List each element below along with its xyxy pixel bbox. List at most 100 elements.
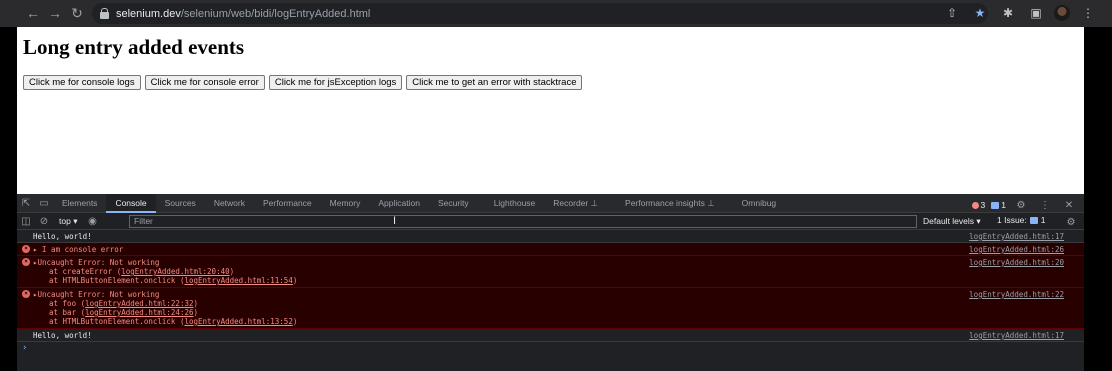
source-link[interactable]: logEntryAdded.html:17 — [969, 232, 1064, 241]
share-icon[interactable]: ⇧ — [942, 3, 962, 23]
filter-input[interactable]: Filter — [129, 215, 917, 228]
issue-icon — [991, 201, 1000, 209]
device-toolbar-icon[interactable]: ▭ — [35, 194, 53, 212]
tab-memory[interactable]: Memory — [321, 194, 370, 213]
stack-frame: at foo (logEntryAdded.html:22:32) — [33, 299, 1084, 308]
star-icon[interactable]: ★ — [970, 3, 990, 23]
stack-frame-suffix: ) — [229, 267, 235, 276]
console-settings-icon[interactable]: ⚙ — [1062, 213, 1080, 231]
stack-frame-prefix: at HTMLButtonElement.onclick ( — [49, 317, 185, 326]
console-message: × ▸Uncaught Error: Not working at foo (l… — [17, 288, 1084, 329]
tab-performance-insights-label: Performance insights — [625, 197, 705, 208]
stack-frame: at HTMLButtonElement.onclick (logEntryAd… — [33, 317, 1084, 326]
back-arrow-icon[interactable]: ← — [22, 2, 44, 24]
stack-frame-link[interactable]: logEntryAdded.html:24:26 — [85, 308, 193, 317]
expand-arrow-icon[interactable]: ▸ — [33, 245, 38, 254]
issue-count: 1 — [1001, 200, 1006, 210]
stack-frame-suffix: ) — [193, 299, 199, 308]
context-selector[interactable]: top ▾ — [53, 216, 83, 227]
log-levels-label: Default levels — [923, 216, 975, 226]
stack-frame-link[interactable]: logEntryAdded.html:22:32 — [85, 299, 193, 308]
tab-recorder[interactable]: Recorder ⊥ — [544, 194, 607, 213]
stack-frame-suffix: ) — [292, 276, 298, 285]
console-prompt[interactable]: › — [17, 342, 1084, 354]
console-logs-button[interactable]: Click me for console logs — [23, 75, 141, 90]
menu-dots-icon[interactable]: ⋮ — [1078, 3, 1098, 23]
tab-performance[interactable]: Performance — [254, 194, 321, 213]
message-text: Uncaught Error: Not working — [37, 258, 160, 267]
flask-icon: ⊥ — [707, 197, 715, 208]
stack-frame-link[interactable]: logEntryAdded.html:20:40 — [121, 267, 229, 276]
tab-console[interactable]: Console — [106, 193, 156, 213]
eye-icon[interactable]: ◉ — [83, 212, 101, 230]
stack-frame-link[interactable]: logEntryAdded.html:13:52 — [184, 317, 292, 326]
error-count-badge[interactable]: 3 — [971, 200, 986, 210]
message-text: Hello, world! — [33, 232, 92, 241]
button-row: Click me for console logs Click me for c… — [23, 75, 583, 90]
address-bar[interactable]: selenium.dev/selenium/web/bidi/logEntryA… — [92, 3, 988, 24]
stack-frame-link[interactable]: logEntryAdded.html:11:54 — [184, 276, 292, 285]
message-text: Uncaught Error: Not working — [37, 290, 160, 299]
issue-icon — [1029, 216, 1038, 224]
stacktrace-error-button[interactable]: Click me to get an error with stacktrace — [406, 75, 583, 90]
error-icon: × — [22, 290, 30, 298]
console-message: × ▸Uncaught Error: Not working at create… — [17, 256, 1084, 288]
flask-icon: ⊥ — [590, 197, 599, 208]
tab-performance-insights[interactable]: Performance insights ⊥ — [607, 194, 724, 213]
more-options-icon[interactable]: ⋮ — [1036, 196, 1054, 214]
tab-elements[interactable]: Elements — [53, 194, 106, 213]
stack-frame-suffix: ) — [193, 308, 199, 317]
url-host: selenium.dev — [116, 7, 181, 20]
tab-sources[interactable]: Sources — [156, 194, 205, 213]
devtools-panel: ⇱ ▭ Elements Console Sources Network Per… — [17, 193, 1084, 371]
sidepanel-icon[interactable]: ▣ — [1026, 3, 1046, 23]
issues-button[interactable]: 1 Issue: 1 — [997, 215, 1046, 225]
devtools-tab-bar: ⇱ ▭ Elements Console Sources Network Per… — [17, 193, 1084, 214]
source-link[interactable]: logEntryAdded.html:20 — [969, 258, 1064, 267]
tab-security[interactable]: Security — [429, 194, 478, 213]
console-message: Hello, world! logEntryAdded.html:17 — [17, 329, 1084, 342]
console-output: Hello, world! logEntryAdded.html:17 × ▸ … — [17, 230, 1084, 354]
sidebar-toggle-icon[interactable]: ◫ — [17, 212, 35, 230]
console-message: × ▸ I am console error logEntryAdded.htm… — [17, 243, 1084, 256]
error-icon — [971, 201, 979, 209]
avatar[interactable] — [1054, 5, 1070, 21]
close-icon[interactable]: ✕ — [1060, 196, 1078, 214]
extensions-icon[interactable]: ✱ — [998, 3, 1018, 23]
page-title: Long entry added events — [23, 35, 245, 59]
source-link[interactable]: logEntryAdded.html:26 — [969, 245, 1064, 254]
log-levels-dropdown[interactable]: Default levels ▾ — [923, 216, 981, 227]
forward-arrow-icon[interactable]: → — [44, 2, 66, 24]
browser-toolbar: ← → ↻ selenium.dev/selenium/web/bidi/log… — [0, 0, 1112, 27]
message-text: I am console error — [42, 245, 124, 254]
clear-console-icon[interactable]: ⊘ — [35, 212, 53, 230]
text-cursor-icon: I — [393, 215, 397, 227]
reload-icon[interactable]: ↻ — [66, 2, 88, 24]
issues-num: 1 — [1040, 215, 1046, 225]
message-text: Hello, world! — [33, 331, 92, 340]
console-error-button[interactable]: Click me for console error — [144, 75, 265, 90]
stack-frame-prefix: at HTMLButtonElement.onclick ( — [49, 276, 185, 285]
console-toolbar: ◫ ⊘ top ▾ ◉ Filter I Default levels ▾ 1 … — [17, 213, 1084, 230]
stack-frame: at HTMLButtonElement.onclick (logEntryAd… — [33, 276, 1084, 285]
tab-omnibug[interactable]: Omnibug — [724, 194, 786, 213]
js-exception-button[interactable]: Click me for jsException logs — [268, 75, 403, 90]
tab-lighthouse[interactable]: Lighthouse — [478, 194, 545, 213]
source-link[interactable]: logEntryAdded.html:22 — [969, 290, 1064, 299]
error-icon: × — [22, 258, 30, 266]
lock-icon — [100, 8, 109, 19]
issues-label: 1 Issue: — [997, 215, 1027, 225]
tab-network[interactable]: Network — [205, 194, 254, 213]
issue-count-badge[interactable]: 1 — [991, 200, 1006, 210]
stack-frame-prefix: at bar ( — [49, 308, 86, 317]
error-icon: × — [22, 245, 30, 253]
stack-frame-suffix: ) — [292, 317, 298, 326]
stack-frame: at createError (logEntryAdded.html:20:40… — [33, 267, 1084, 276]
tab-application[interactable]: Application — [369, 194, 429, 213]
error-count: 3 — [980, 200, 986, 210]
url-path: /selenium/web/bidi/logEntryAdded.html — [180, 7, 371, 20]
settings-gear-icon[interactable]: ⚙ — [1012, 196, 1030, 214]
inspect-element-icon[interactable]: ⇱ — [17, 194, 35, 212]
stack-frame: at bar (logEntryAdded.html:24:26) — [33, 308, 1084, 317]
source-link[interactable]: logEntryAdded.html:17 — [969, 331, 1064, 340]
